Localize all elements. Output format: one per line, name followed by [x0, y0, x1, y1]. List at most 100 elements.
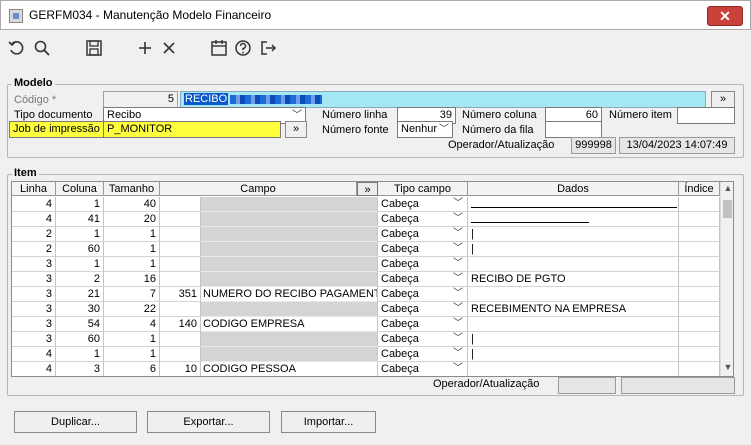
- cell-tamanho[interactable]: 1: [104, 227, 160, 242]
- cell-dados[interactable]: [468, 317, 679, 332]
- cell-coluna[interactable]: 41: [56, 212, 104, 227]
- cell-campo-num[interactable]: 351: [160, 287, 201, 302]
- cell-indice[interactable]: [679, 257, 720, 272]
- cell-linha[interactable]: 4: [12, 212, 56, 227]
- cell-tamanho[interactable]: 20: [104, 212, 160, 227]
- cell-campo-nome[interactable]: CODIGO PESSOA: [201, 362, 378, 376]
- table-row[interactable]: 4 1 40 Cabeça ﹀: [12, 197, 720, 212]
- cell-campo-nome[interactable]: [201, 272, 378, 287]
- cell-coluna[interactable]: 1: [56, 257, 104, 272]
- col-indice-header[interactable]: Índice: [679, 182, 720, 196]
- cell-tipo[interactable]: Cabeça ﹀: [378, 227, 468, 242]
- close-button[interactable]: ✕: [707, 6, 743, 26]
- cell-indice[interactable]: [679, 227, 720, 242]
- cell-dados[interactable]: |: [468, 227, 679, 242]
- cell-indice[interactable]: [679, 347, 720, 362]
- cell-linha[interactable]: 3: [12, 317, 56, 332]
- cell-tipo[interactable]: Cabeça ﹀: [378, 347, 468, 362]
- cell-campo-nome[interactable]: [201, 227, 378, 242]
- cell-tipo[interactable]: Cabeça ﹀: [378, 287, 468, 302]
- cell-campo-num[interactable]: [160, 272, 201, 287]
- cell-indice[interactable]: [679, 332, 720, 347]
- cell-indice[interactable]: [679, 317, 720, 332]
- col-dados-header[interactable]: Dados: [468, 182, 679, 196]
- cell-campo-num[interactable]: 140: [160, 317, 201, 332]
- cell-dados[interactable]: [468, 287, 679, 302]
- table-row[interactable]: 4 3 6 10 CODIGO PESSOA Cabeça ﹀: [12, 362, 720, 376]
- cell-tamanho[interactable]: 4: [104, 317, 160, 332]
- cell-dados[interactable]: |: [468, 242, 679, 257]
- cell-indice[interactable]: [679, 362, 720, 376]
- cell-tipo[interactable]: Cabeça ﹀: [378, 242, 468, 257]
- cell-tamanho[interactable]: 1: [104, 347, 160, 362]
- cell-indice[interactable]: [679, 212, 720, 227]
- cell-tipo[interactable]: Cabeça ﹀: [378, 362, 468, 376]
- col-coluna-header[interactable]: Coluna: [56, 182, 104, 196]
- cell-campo-nome[interactable]: CODIGO EMPRESA: [201, 317, 378, 332]
- cell-campo-nome[interactable]: NUMERO DO RECIBO PAGAMENTO: [201, 287, 378, 302]
- cell-tamanho[interactable]: 16: [104, 272, 160, 287]
- cell-indice[interactable]: [679, 197, 720, 212]
- delete-icon[interactable]: [158, 37, 180, 59]
- table-row[interactable]: 3 60 1 Cabeça ﹀ |: [12, 332, 720, 347]
- cell-dados[interactable]: [468, 212, 679, 227]
- cell-dados[interactable]: |: [468, 332, 679, 347]
- scroll-thumb[interactable]: [723, 200, 732, 218]
- cell-linha[interactable]: 4: [12, 197, 56, 212]
- cell-tipo[interactable]: Cabeça ﹀: [378, 197, 468, 212]
- duplicar-button[interactable]: Duplicar...: [14, 411, 137, 433]
- vertical-scrollbar[interactable]: ▲ ▼: [720, 182, 733, 376]
- cell-tamanho[interactable]: 7: [104, 287, 160, 302]
- cell-coluna[interactable]: 3: [56, 362, 104, 376]
- table-row[interactable]: 4 41 20 Cabeça ﹀: [12, 212, 720, 227]
- cell-linha[interactable]: 2: [12, 227, 56, 242]
- cell-linha[interactable]: 3: [12, 287, 56, 302]
- cell-coluna[interactable]: 54: [56, 317, 104, 332]
- cell-campo-nome[interactable]: [201, 332, 378, 347]
- cell-coluna[interactable]: 60: [56, 242, 104, 257]
- cell-campo-nome[interactable]: [201, 347, 378, 362]
- table-row[interactable]: 3 54 4 140 CODIGO EMPRESA Cabeça ﹀: [12, 317, 720, 332]
- exit-icon[interactable]: [257, 37, 279, 59]
- cell-indice[interactable]: [679, 242, 720, 257]
- cell-dados[interactable]: [468, 257, 679, 272]
- cell-dados[interactable]: RECIBO DE PGTO: [468, 272, 679, 287]
- cell-linha[interactable]: 2: [12, 242, 56, 257]
- cell-indice[interactable]: [679, 272, 720, 287]
- cell-linha[interactable]: 4: [12, 347, 56, 362]
- cell-tipo[interactable]: Cabeça ﹀: [378, 212, 468, 227]
- job-impressao-field[interactable]: P_MONITOR: [103, 121, 281, 138]
- cell-tamanho[interactable]: 22: [104, 302, 160, 317]
- add-icon[interactable]: [134, 37, 156, 59]
- undo-icon[interactable]: [6, 37, 28, 59]
- job-lookup-button[interactable]: »: [285, 121, 307, 138]
- cell-coluna[interactable]: 1: [56, 347, 104, 362]
- col-tamanho-header[interactable]: Tamanho: [104, 182, 160, 196]
- table-row[interactable]: 3 2 16 Cabeça ﹀ RECIBO DE PGTO: [12, 272, 720, 287]
- scroll-down-icon[interactable]: ▼: [721, 362, 733, 372]
- cell-tipo[interactable]: Cabeça ﹀: [378, 317, 468, 332]
- cell-campo-nome[interactable]: [201, 197, 378, 212]
- cell-tamanho[interactable]: 1: [104, 242, 160, 257]
- cell-dados[interactable]: |: [468, 347, 679, 362]
- cell-linha[interactable]: 3: [12, 257, 56, 272]
- help-icon[interactable]: [232, 37, 254, 59]
- cell-indice[interactable]: [679, 302, 720, 317]
- search-icon[interactable]: [31, 37, 53, 59]
- table-row[interactable]: 2 1 1 Cabeça ﹀ |: [12, 227, 720, 242]
- cell-tipo[interactable]: Cabeça ﹀: [378, 272, 468, 287]
- cell-campo-num[interactable]: [160, 302, 201, 317]
- table-row[interactable]: 3 1 1 Cabeça ﹀: [12, 257, 720, 272]
- exportar-button[interactable]: Exportar...: [147, 411, 270, 433]
- cell-campo-nome[interactable]: [201, 212, 378, 227]
- cell-campo-num[interactable]: [160, 227, 201, 242]
- descricao-field[interactable]: RECIBO: [180, 91, 706, 108]
- cell-campo-num[interactable]: [160, 197, 201, 212]
- numero-fila-field[interactable]: [545, 121, 602, 138]
- col-tipo-campo-header[interactable]: Tipo campo: [378, 182, 468, 196]
- cell-linha[interactable]: 3: [12, 272, 56, 287]
- scroll-up-icon[interactable]: ▲: [721, 183, 733, 193]
- cell-campo-nome[interactable]: [201, 242, 378, 257]
- col-linha-header[interactable]: Linha: [12, 182, 56, 196]
- numero-fonte-select[interactable]: Nenhur ﹀: [397, 121, 453, 138]
